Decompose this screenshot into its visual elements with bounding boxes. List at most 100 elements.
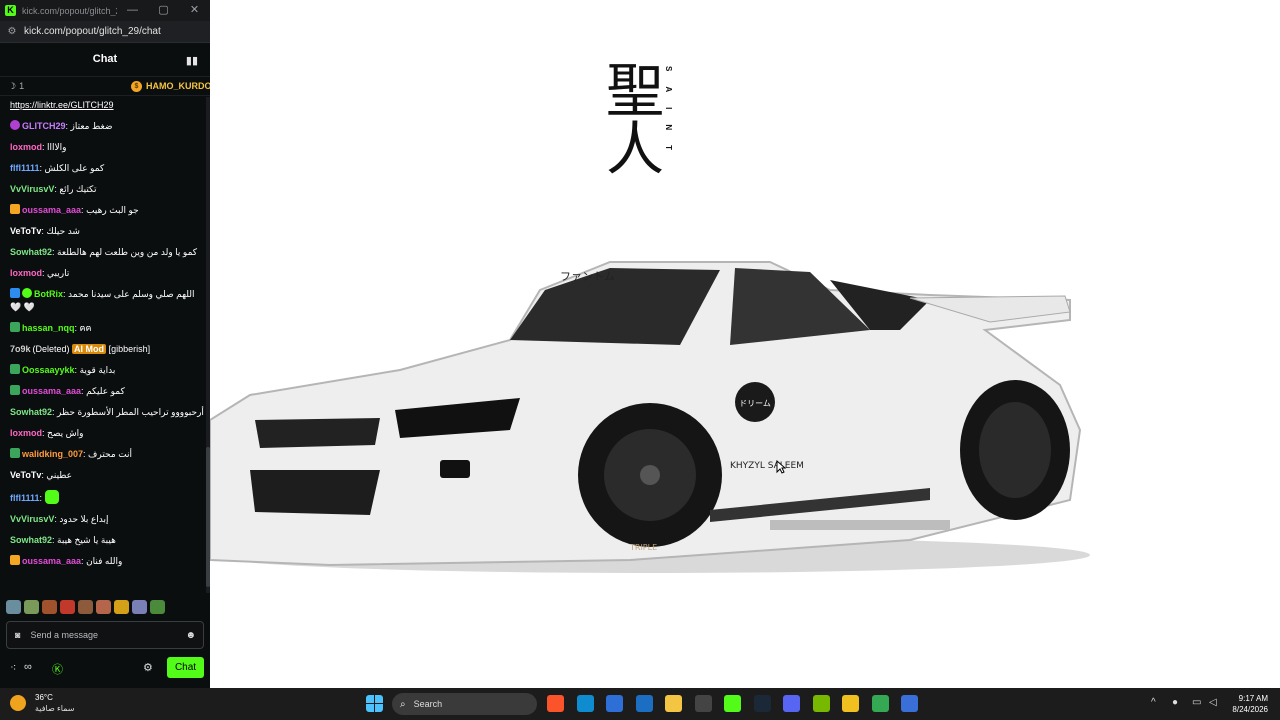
chat-username[interactable]: GLITCH29 <box>22 121 66 131</box>
store-app-icon[interactable] <box>606 695 623 712</box>
quick-emote-icon[interactable] <box>24 600 39 614</box>
gift-badge-icon[interactable] <box>10 120 20 130</box>
list-item: VvVirusvV: إبداع بلا حدود <box>10 514 109 524</box>
emoji-picker-icon[interactable]: ☻ <box>185 630 196 641</box>
minimize-button[interactable]: — <box>117 0 148 21</box>
message-link[interactable]: https://linktr.ee/GLITCH29 <box>10 100 114 110</box>
github-app-icon[interactable] <box>694 695 712 712</box>
chat-username[interactable]: loxmod <box>10 428 42 438</box>
clock-time: 9:17 AM <box>1238 694 1268 703</box>
chat-message-text: والاااا <box>47 142 67 152</box>
quick-emote-icon[interactable] <box>42 600 57 614</box>
kick-k-icon[interactable]: Ⓚ <box>52 661 63 677</box>
car-image: ドリーム KHYZYL SALEEM ファントム TRIPLE <box>210 261 1090 573</box>
mod-badge-icon[interactable] <box>10 385 20 395</box>
list-item: flfl1111: كمو على الكلش <box>10 163 105 173</box>
mod-badge-icon[interactable] <box>10 322 20 332</box>
chat-username[interactable]: Sowhat92 <box>10 535 52 545</box>
search-label: Search <box>413 699 443 709</box>
chevron-up-icon[interactable]: ^ <box>1151 697 1156 708</box>
chat-username[interactable]: walidking_007 <box>22 449 83 459</box>
chat-username[interactable]: Sowhat92 <box>10 407 52 417</box>
chat-username[interactable]: Oossaayykk <box>22 365 75 375</box>
chat-message-text: عطيني <box>46 470 73 480</box>
chat-username[interactable]: oussama_aaa <box>22 556 81 566</box>
list-item: Sowhat92: هيبة يا شيخ هيبة <box>10 535 116 545</box>
gear-icon[interactable]: ⚙ <box>143 661 153 674</box>
infinity-icon[interactable]: ∞ <box>24 661 32 673</box>
chat-username[interactable]: loxmod <box>10 142 42 152</box>
chat-username[interactable]: Sowhat92 <box>10 247 52 257</box>
notes-app-icon[interactable] <box>842 695 859 712</box>
network-icon[interactable]: ▭ <box>1192 697 1201 708</box>
chat-username[interactable]: hassan_nqq <box>22 323 75 333</box>
chrome-app-icon[interactable] <box>871 695 889 712</box>
chat-username[interactable]: VeToTv <box>10 226 41 236</box>
mod-badge-icon[interactable] <box>10 448 20 458</box>
chat-username[interactable]: oussama_aaa <box>22 386 81 396</box>
edge-app-icon[interactable] <box>576 695 594 712</box>
steam-app-icon[interactable] <box>753 695 771 712</box>
top-gifter-name[interactable]: HAMO_KURDO <box>146 81 210 91</box>
chat-message-text: كمو عليكم <box>86 386 125 396</box>
message-input[interactable] <box>30 630 186 640</box>
chat-username[interactable]: oussama_aaa <box>22 205 81 215</box>
list-item: loxmod: تاريبي <box>10 268 70 278</box>
chat-username[interactable]: flfl1111 <box>10 163 40 173</box>
quick-emote-icon[interactable] <box>96 600 111 614</box>
sub-badge-icon[interactable] <box>10 204 20 214</box>
maximize-button[interactable]: ▢ <box>148 0 179 21</box>
share-icon[interactable]: ⁖ <box>10 661 16 674</box>
weather-widget[interactable]: 36°C سماء صافية <box>10 692 75 714</box>
chat-message-text: تاريبي <box>47 268 70 278</box>
message-list: GLITCH29: ضغط معتاز loxmod: والاااا flfl11… <box>10 116 206 572</box>
chat-send-button[interactable]: Chat <box>167 657 204 678</box>
quick-emote-icon[interactable] <box>6 600 21 614</box>
gift-leaderboard-bar[interactable]: ☽ 1 $ HAMO_KURDO <box>0 76 210 96</box>
chat-username[interactable]: 7o9k <box>10 344 31 354</box>
chat-message-text: هيبة يا شيخ هيبة <box>57 535 116 545</box>
list-item: loxmod: والاااا <box>10 142 67 152</box>
sub-badge-icon[interactable] <box>10 555 20 565</box>
chat-messages[interactable]: https://linktr.ee/GLITCH29 GLITCH29: ضغط… <box>0 97 206 593</box>
vip-badge-icon[interactable] <box>10 288 20 298</box>
kick-app-icon[interactable] <box>724 695 741 712</box>
chat-input-box[interactable]: ◙ ☻ <box>6 621 204 649</box>
site-settings-icon[interactable]: ⚙ <box>6 26 18 37</box>
quick-emote-icon[interactable] <box>114 600 129 614</box>
quick-emote-icon[interactable] <box>60 600 75 614</box>
close-button[interactable]: ✕ <box>179 0 210 21</box>
list-item: loxmod: واش يصح <box>10 428 84 438</box>
chat-username[interactable]: VvVirusvV <box>10 184 54 194</box>
chat-username[interactable]: VeToTv <box>10 470 41 480</box>
chat-username[interactable]: flfl1111 <box>10 493 40 503</box>
car-fog-light <box>440 460 470 478</box>
quick-emote-icon[interactable] <box>150 600 165 614</box>
chat-username[interactable]: loxmod <box>10 268 42 278</box>
taskbar-search[interactable]: ⌕ Search <box>392 693 537 715</box>
ver-badge-icon[interactable] <box>22 288 32 298</box>
list-item: 7o9k (Deleted) AI Mod [gibberish] <box>10 339 206 360</box>
list-item: oussama_aaa: جو البث رهيب <box>10 200 206 221</box>
vpn-app-icon[interactable] <box>901 695 918 712</box>
list-item: Sowhat92: كمو يا ولد من وين طلعت لهم هال… <box>10 247 198 257</box>
address-bar[interactable]: ⚙ kick.com/popout/glitch_29/chat <box>0 21 210 43</box>
chat-username[interactable]: BotRix <box>34 289 63 299</box>
url-text[interactable]: kick.com/popout/glitch_29/chat <box>24 26 161 37</box>
brave-app-icon[interactable] <box>547 695 564 712</box>
quick-emote-icon[interactable] <box>132 600 147 614</box>
chat-message-text: أنت محترف <box>88 449 133 459</box>
car-exhaust <box>770 520 950 530</box>
discord-app-icon[interactable] <box>783 695 800 712</box>
clock[interactable]: 9:17 AM 8/24/2026 <box>1232 693 1268 715</box>
quick-emote-icon[interactable] <box>78 600 93 614</box>
chat-users-icon[interactable]: ▮▮ <box>186 54 198 67</box>
volume-icon[interactable]: ◁ <box>1209 697 1217 708</box>
windows-start-icon[interactable] <box>366 695 383 712</box>
explorer-app-icon[interactable] <box>665 695 682 712</box>
microphone-icon[interactable]: ● <box>1172 697 1178 708</box>
chat-username[interactable]: VvVirusvV <box>10 514 54 524</box>
outlook-app-icon[interactable] <box>635 695 653 712</box>
nvidia-app-icon[interactable] <box>812 695 830 712</box>
mod-badge-icon[interactable] <box>10 364 20 374</box>
